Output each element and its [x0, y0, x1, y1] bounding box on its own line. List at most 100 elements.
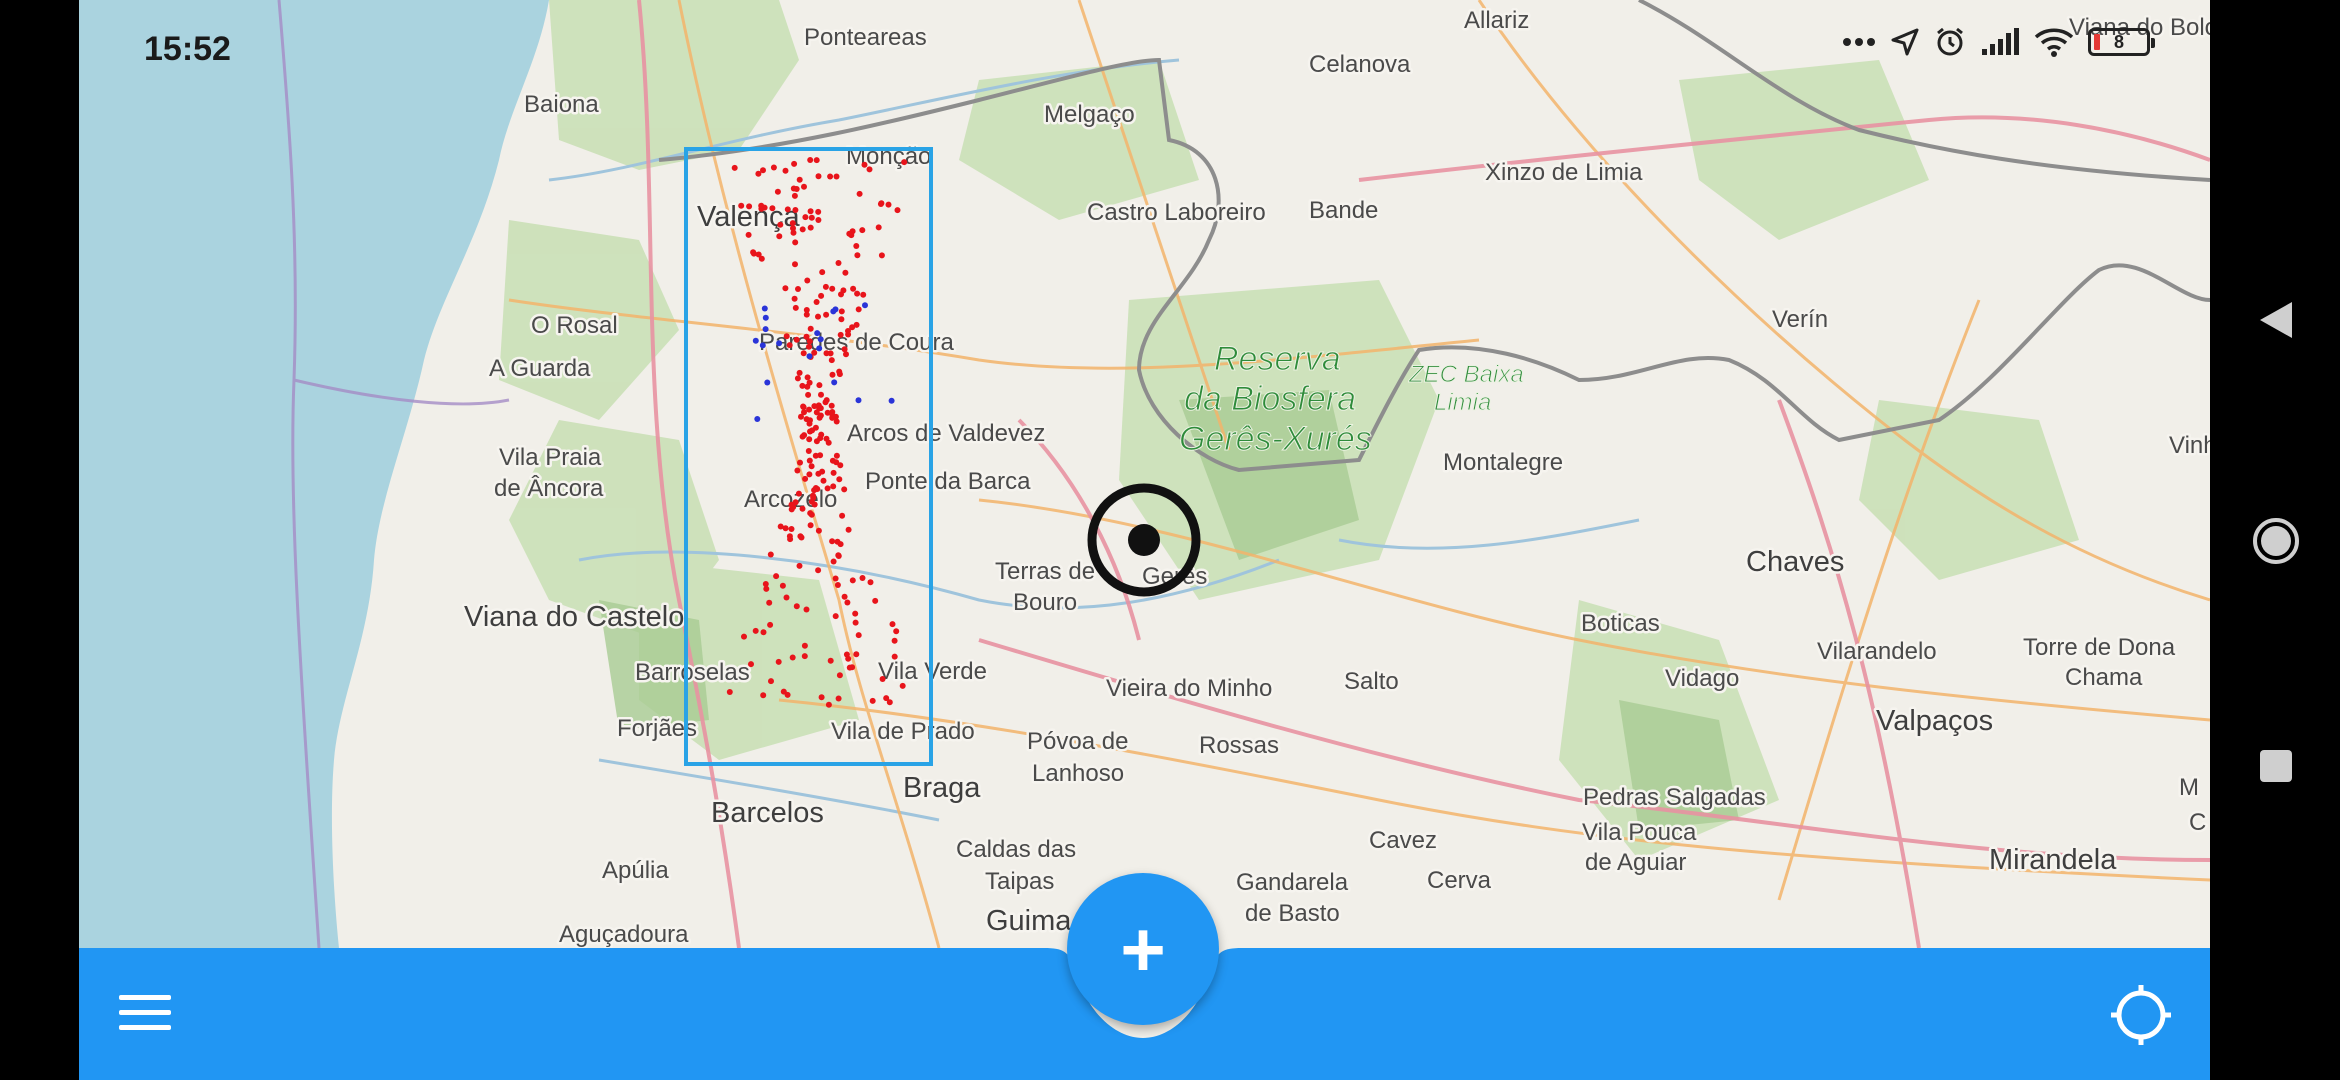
observation-point-red: [808, 463, 815, 470]
observation-point-red: [828, 402, 835, 409]
observation-point-red: [836, 672, 843, 679]
observation-point-red: [804, 374, 811, 381]
system-nav-bar: [2210, 0, 2340, 1080]
status-icons: 8: [1842, 26, 2155, 58]
observation-point-red: [797, 459, 803, 466]
observation-point-red: [769, 205, 776, 212]
crosshair-icon[interactable]: [2109, 983, 2173, 1047]
observation-point-blue: [831, 379, 838, 386]
observation-point-red: [795, 286, 801, 292]
observation-point-red: [794, 467, 801, 474]
map-label-vila-pouca-1: Vila Pouca: [1582, 819, 1697, 846]
observation-point-red: [850, 285, 857, 292]
observation-point-blue: [862, 302, 868, 309]
wifi-icon: [2034, 28, 2074, 57]
observation-point-red: [799, 226, 806, 233]
menu-button[interactable]: [119, 995, 171, 1035]
observation-point-red: [794, 375, 801, 382]
observation-point-red: [866, 166, 873, 173]
observation-point-red: [767, 551, 774, 558]
back-triangle-icon[interactable]: [2258, 300, 2294, 340]
map-label-chaves: Chaves: [1746, 546, 1844, 578]
observation-point-blue: [817, 336, 824, 343]
observation-point-red: [811, 501, 818, 508]
map-label-zec-2: Limia: [1434, 389, 1491, 416]
observation-point-red: [811, 403, 818, 410]
observation-point-red: [782, 167, 789, 174]
map-label-acucadoura: Aguçadoura: [559, 921, 689, 948]
observation-point-red: [811, 349, 818, 356]
observation-point-red: [777, 221, 784, 228]
observation-point-red: [822, 283, 829, 290]
observation-point-red: [779, 582, 786, 589]
observation-point-red: [830, 469, 837, 476]
observation-point-red: [768, 678, 774, 685]
observation-point-red: [796, 369, 803, 376]
observation-point-red: [886, 699, 893, 706]
observation-point-red: [810, 492, 816, 499]
observation-point-red: [845, 526, 852, 533]
observation-point-red: [750, 250, 757, 257]
observation-point-red: [830, 483, 837, 490]
observation-point-red: [845, 331, 852, 338]
observation-point-red: [838, 316, 845, 323]
map-label-vila-praia-2: de Âncora: [494, 475, 604, 502]
map-label-caldas-2: Taipas: [985, 868, 1054, 895]
more-dots-icon: [1843, 38, 1875, 46]
observation-point-red: [746, 203, 753, 210]
observation-point-blue: [761, 305, 768, 312]
observation-point-red: [844, 599, 851, 606]
map-label-arcos: Arcos de Valdevez: [847, 420, 1045, 447]
observation-point-red: [852, 619, 859, 626]
observation-point-red: [836, 476, 843, 483]
observation-point-red: [807, 157, 814, 163]
observation-point-red: [787, 536, 794, 543]
observation-point-red: [801, 432, 808, 439]
observation-point-red: [782, 285, 789, 292]
observation-point-red: [827, 350, 834, 357]
observation-point-red: [741, 633, 747, 640]
observation-point-blue: [759, 342, 766, 349]
observation-point-blue: [764, 379, 771, 386]
home-circle-icon[interactable]: [2252, 517, 2300, 565]
map-label-vila-praia-1: Vila Praia: [499, 444, 602, 471]
observation-point-red: [829, 371, 836, 378]
observation-point-red: [788, 526, 795, 532]
map-label-povoa-2: Lanhoso: [1032, 760, 1124, 787]
observation-point-red: [738, 202, 745, 209]
observation-point-red: [760, 692, 767, 699]
map-app: Ponteareas Allariz Viana do Bolo Baiona …: [79, 0, 2210, 1080]
observation-point-red: [774, 188, 781, 195]
map-label-braga: Braga: [903, 772, 981, 804]
observation-point-red: [807, 325, 814, 332]
observation-point-red: [835, 552, 842, 559]
hamburger-line: [119, 1010, 171, 1015]
observation-point-red: [803, 311, 810, 318]
observation-point-red: [790, 229, 797, 236]
add-fab-button[interactable]: +: [1067, 873, 1219, 1025]
observation-point-red: [832, 613, 839, 620]
observation-point-red: [861, 161, 868, 168]
map-label-zec-1: ZEC Baixa: [1408, 361, 1524, 388]
observation-point-red: [823, 397, 830, 404]
recent-square-icon[interactable]: [2260, 750, 2292, 782]
map-label-gandarela-1: Gandarela: [1236, 869, 1349, 896]
observation-point-red: [763, 585, 770, 592]
observation-point-red: [819, 468, 826, 475]
observation-point-red: [853, 321, 860, 328]
alarm-icon: [1937, 27, 1963, 56]
observation-point-red: [839, 512, 846, 519]
observation-point-red: [806, 379, 813, 386]
observation-point-red: [893, 628, 900, 635]
battery-icon: 8: [2088, 28, 2155, 56]
observation-point-red: [807, 224, 814, 231]
observation-point-red: [834, 582, 841, 588]
observation-point-red: [818, 391, 824, 398]
observation-point-red: [833, 452, 840, 459]
observation-point-red: [836, 368, 843, 375]
observation-point-red: [815, 173, 822, 180]
observation-point-red: [748, 661, 754, 668]
observation-point-red: [792, 304, 799, 311]
observation-point-red: [859, 227, 866, 234]
map-label-montalegre: Montalegre: [1443, 449, 1563, 476]
